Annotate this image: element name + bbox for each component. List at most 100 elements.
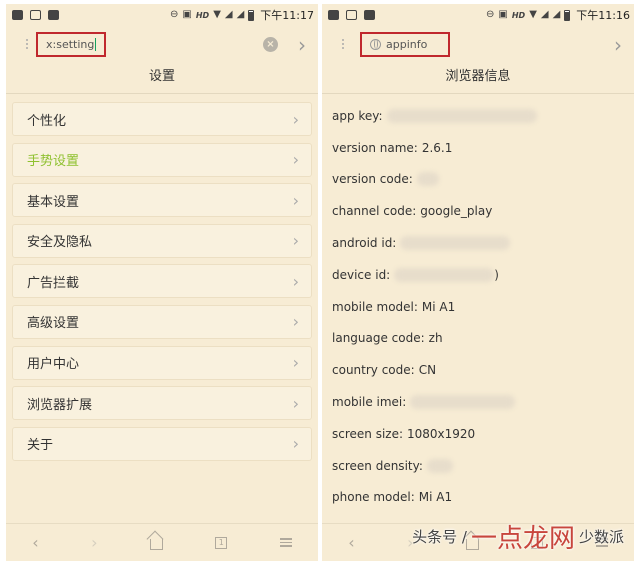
- info-row-android-id: android id:: [332, 227, 634, 259]
- chevron-right-icon: ›: [292, 190, 299, 210]
- more-dots-icon[interactable]: [342, 39, 345, 49]
- gallery-notification-icon: [12, 10, 23, 20]
- menu-item-label: 高级设置: [27, 316, 80, 332]
- app-info-list: app key: version name: 2.6.1 version cod…: [322, 94, 634, 513]
- info-label: language code:: [332, 331, 425, 346]
- info-label: screen density:: [332, 458, 423, 473]
- info-row-mobile-imei: mobile imei:: [332, 386, 634, 418]
- page-title: 设置: [6, 66, 318, 94]
- info-label: mobile model:: [332, 299, 418, 314]
- url-input[interactable]: appinfo: [360, 32, 450, 57]
- home-icon[interactable]: [149, 539, 163, 550]
- status-time: 下午11:16: [576, 9, 630, 22]
- back-icon[interactable]: ‹: [32, 533, 38, 552]
- info-label: app key:: [332, 108, 383, 123]
- menu-item-security[interactable]: 安全及隐私 ›: [12, 223, 312, 258]
- chevron-right-icon: ›: [292, 393, 299, 413]
- info-value: CN: [418, 363, 437, 378]
- chevron-right-icon: ›: [292, 109, 299, 129]
- menu-icon[interactable]: [279, 538, 292, 547]
- settings-screen: ⊖ ▣ HD ▼ ◢ ◢ 下午11:17 x:setting × › 设置 个性…: [6, 4, 318, 561]
- signal-2-icon: ◢: [236, 9, 245, 20]
- info-label: channel code:: [332, 204, 417, 219]
- chevron-right-icon: ›: [292, 150, 299, 170]
- menu-item-user-center[interactable]: 用户中心 ›: [12, 345, 312, 380]
- signal-2-icon: ◢: [552, 9, 561, 20]
- gallery-notification-icon: [328, 10, 339, 20]
- menu-item-extensions[interactable]: 浏览器扩展 ›: [12, 386, 312, 421]
- menu-item-label: 基本设置: [27, 194, 80, 210]
- url-text: x:setting: [46, 38, 95, 51]
- back-icon[interactable]: ‹: [348, 533, 354, 552]
- menu-item-adblock[interactable]: 广告拦截 ›: [12, 264, 312, 299]
- info-row-version-code: version code:: [332, 164, 634, 196]
- redacted-value: [386, 108, 537, 123]
- menu-item-gestures[interactable]: 手势设置 ›: [12, 142, 312, 177]
- watermark-brand: 一点龙网: [470, 524, 575, 554]
- menu-item-label: 浏览器扩展: [27, 397, 93, 413]
- go-chevron-icon[interactable]: ›: [614, 33, 622, 57]
- status-bar: ⊖ ▣ HD ▼ ◢ ◢ 下午11:17: [6, 4, 318, 26]
- menu-item-label: 关于: [27, 438, 54, 454]
- go-chevron-icon[interactable]: ›: [298, 33, 306, 57]
- info-label: version name:: [332, 140, 418, 155]
- info-label: android id:: [332, 236, 397, 251]
- chevron-right-icon: ›: [292, 353, 299, 373]
- browser-info-screen: ⊖ ▣ HD ▼ ◢ ◢ 下午11:16 appinfo › 浏览器信息 app…: [322, 4, 634, 561]
- battery-icon: [248, 9, 255, 21]
- menu-item-personalize[interactable]: 个性化 ›: [12, 102, 312, 136]
- address-bar: x:setting × ›: [6, 26, 318, 66]
- info-row-app-key: app key:: [332, 100, 634, 132]
- nfc-icon: ▣: [182, 9, 192, 20]
- watermark-prefix: 头条号 /: [412, 528, 467, 546]
- info-row-channel-code: channel code: google_play: [332, 195, 634, 227]
- info-value: 2.6.1: [421, 140, 453, 155]
- menu-item-label: 广告拦截: [27, 275, 80, 291]
- tabs-icon[interactable]: 1: [215, 536, 228, 549]
- info-value: google_play: [420, 204, 493, 219]
- info-label: mobile imei:: [332, 395, 407, 410]
- info-label: version code:: [332, 172, 413, 187]
- alarm-icon: ⊖: [486, 9, 495, 20]
- menu-item-about[interactable]: 关于 ›: [12, 426, 312, 461]
- info-label: device id:: [332, 267, 391, 282]
- menu-item-label: 安全及隐私: [27, 235, 93, 251]
- info-row-screen-density: screen density:: [332, 450, 634, 482]
- menu-item-label: 用户中心: [27, 357, 80, 373]
- address-bar: appinfo ›: [322, 26, 634, 66]
- image-notification-icon: [364, 10, 375, 20]
- forward-icon[interactable]: ›: [91, 533, 97, 552]
- chevron-right-icon: ›: [292, 312, 299, 332]
- menu-item-basic[interactable]: 基本设置 ›: [12, 183, 312, 218]
- info-row-country-code: country code: CN: [332, 354, 634, 386]
- menu-item-label: 个性化: [27, 113, 67, 129]
- info-value: zh: [428, 331, 443, 346]
- text-cursor: [95, 38, 96, 51]
- info-value: ): [494, 267, 499, 282]
- menu-item-advanced[interactable]: 高级设置 ›: [12, 304, 312, 339]
- wifi-icon: ▼: [213, 9, 221, 20]
- watermark: 头条号 / 一点龙网 少数派: [412, 518, 624, 555]
- info-row-mobile-model: mobile model: Mi A1: [332, 291, 634, 323]
- redacted-value: [394, 267, 495, 282]
- battery-icon: [564, 9, 571, 21]
- info-row-screen-size: screen size: 1080x1920: [332, 418, 634, 450]
- url-text: appinfo: [386, 38, 428, 51]
- url-input[interactable]: x:setting: [36, 32, 106, 57]
- more-dots-icon[interactable]: [26, 39, 29, 49]
- app-notification-icon: [30, 10, 41, 20]
- bottom-toolbar: ‹ › 1: [6, 523, 318, 561]
- settings-menu: 个性化 › 手势设置 › 基本设置 › 安全及隐私 › 广告拦截 › 高级设置 …: [6, 94, 318, 461]
- alarm-icon: ⊖: [170, 9, 179, 20]
- clear-icon[interactable]: ×: [263, 37, 278, 52]
- info-row-device-id: device id: ): [332, 259, 634, 291]
- image-notification-icon: [48, 10, 59, 20]
- chevron-right-icon: ›: [292, 434, 299, 454]
- nfc-icon: ▣: [498, 9, 508, 20]
- redacted-value: [416, 172, 439, 187]
- info-row-version-name: version name: 2.6.1: [332, 132, 634, 164]
- chevron-right-icon: ›: [292, 231, 299, 251]
- redacted-value: [400, 236, 511, 251]
- hd-indicator: HD: [195, 10, 210, 20]
- hd-indicator: HD: [511, 10, 526, 20]
